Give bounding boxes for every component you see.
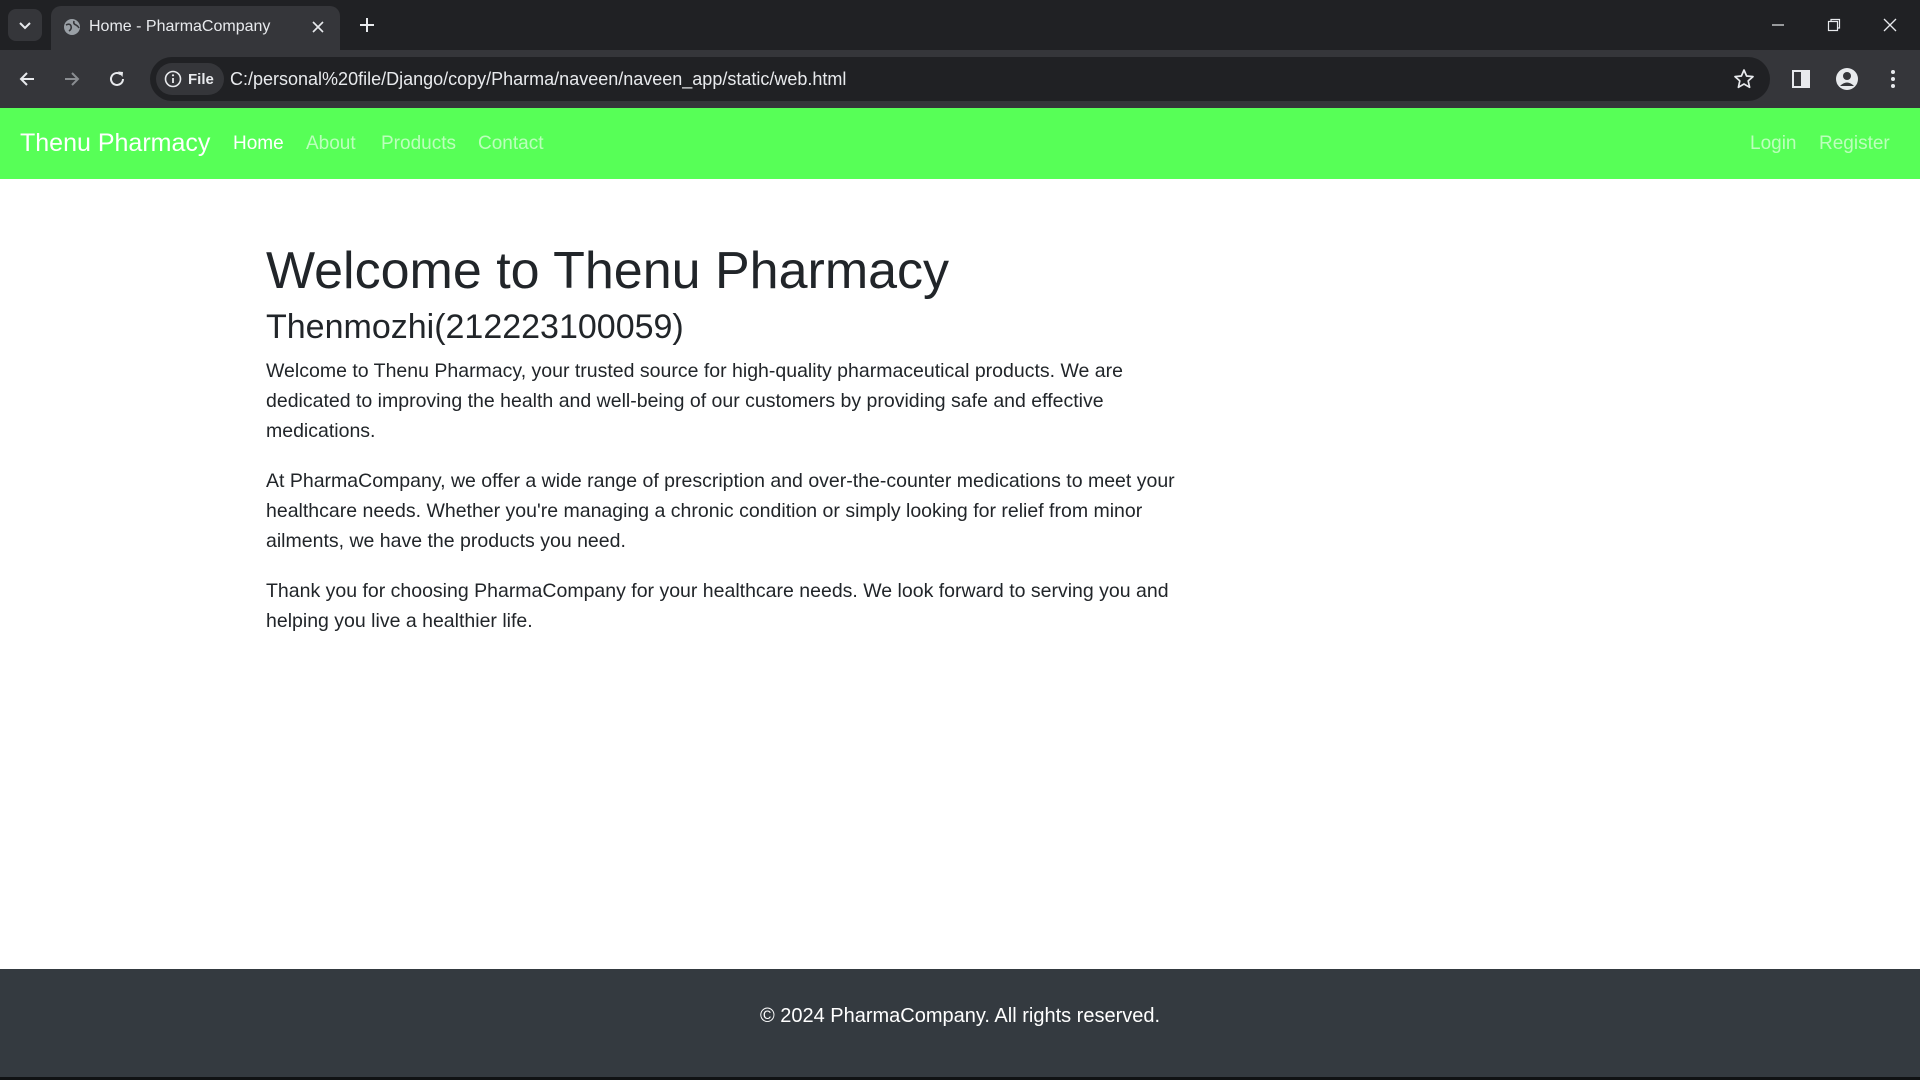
forward-arrow-icon — [65, 72, 80, 86]
plus-icon — [360, 18, 374, 32]
site-navbar: Thenu Pharmacy Home About Products Conta… — [0, 108, 1920, 179]
info-icon — [164, 70, 182, 88]
tab-close-button[interactable] — [306, 15, 330, 39]
page-title: Welcome to Thenu Pharmacy — [266, 242, 950, 300]
restore-button[interactable] — [1806, 0, 1862, 50]
main-content: Welcome to Thenu Pharmacy Thenmozhi(2122… — [266, 238, 1176, 656]
address-bar[interactable]: File C:/personal%20file/Django/copy/Phar… — [150, 57, 1770, 101]
nav-contact-link[interactable]: Contact — [478, 133, 543, 155]
window-close-icon — [1883, 18, 1897, 32]
nav-login-link[interactable]: Login — [1750, 133, 1797, 155]
intro-paragraph: Welcome to Thenu Pharmacy, your trusted … — [266, 360, 1123, 442]
url-text[interactable]: C:/personal%20file/Django/copy/Pharma/na… — [230, 69, 846, 90]
reload-button[interactable] — [99, 61, 135, 97]
site-chip-label: File — [188, 70, 214, 88]
close-icon — [312, 21, 324, 33]
tab-title: Home - PharmaCompany — [89, 18, 271, 35]
tab-list-icon — [19, 22, 31, 30]
offer-paragraph: At PharmaCompany, we offer a wide range … — [266, 470, 1175, 552]
browser-toolbar: File C:/personal%20file/Django/copy/Phar… — [0, 50, 1920, 108]
nav-register-link[interactable]: Register — [1819, 133, 1890, 155]
bookmark-button[interactable] — [1730, 65, 1758, 93]
star-icon — [1734, 69, 1754, 89]
nav-home-link[interactable]: Home — [233, 133, 284, 155]
site-footer: © 2024 PharmaCompany. All rights reserve… — [0, 969, 1920, 1080]
page-subtitle: Thenmozhi(212223100059) — [266, 308, 684, 346]
profile-icon — [1836, 68, 1858, 90]
footer-copyright: © 2024 PharmaCompany. All rights reserve… — [759, 1005, 1161, 1027]
profile-button[interactable] — [1829, 61, 1865, 97]
thanks-paragraph: Thank you for choosing PharmaCompany for… — [266, 580, 1169, 632]
reload-icon — [110, 71, 124, 86]
browser-tab-bar: Home - PharmaCompany — [0, 0, 1920, 50]
window-close-button[interactable] — [1862, 0, 1918, 50]
active-tab[interactable]: Home - PharmaCompany — [51, 6, 340, 50]
globe-icon — [64, 19, 80, 35]
back-button[interactable] — [9, 61, 45, 97]
tab-list-button[interactable] — [8, 9, 42, 41]
minimize-icon — [1772, 24, 1784, 26]
minimize-button[interactable] — [1750, 0, 1806, 50]
nav-about-link[interactable]: About — [306, 133, 356, 155]
forward-button[interactable] — [54, 61, 90, 97]
side-panel-button[interactable] — [1783, 61, 1819, 97]
nav-products-link[interactable]: Products — [381, 133, 456, 155]
restore-icon — [1827, 18, 1841, 32]
browser-menu-button[interactable] — [1875, 61, 1911, 97]
kebab-menu-icon — [1891, 70, 1895, 88]
side-panel-icon — [1792, 70, 1810, 88]
new-tab-button[interactable] — [353, 11, 381, 39]
back-arrow-icon — [19, 72, 34, 86]
brand-link[interactable]: Thenu Pharmacy — [20, 129, 210, 158]
site-info-chip[interactable]: File — [156, 63, 224, 95]
